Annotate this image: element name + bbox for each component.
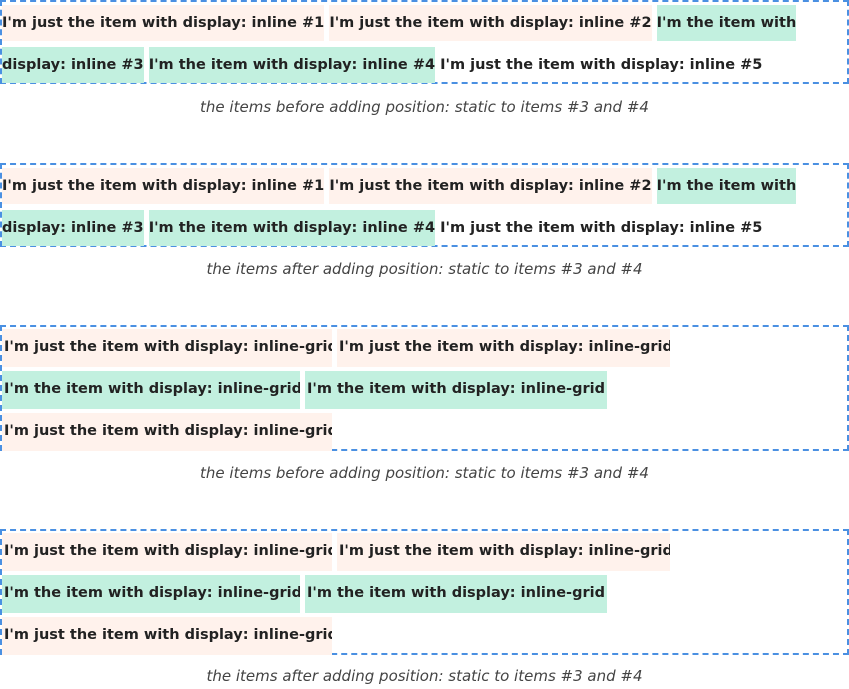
inline-grid-item-5: I'm just the item with display: inline-g…	[2, 617, 332, 655]
inline-grid-item-4: I'm the item with display: inline-grid #…	[305, 575, 607, 613]
inline-grid-item-2: I'm just the item with display: inline-g…	[337, 533, 670, 571]
inline-item-2: I'm just the item with display: inline #…	[329, 168, 652, 204]
inline-item-5: I'm just the item with display: inline #…	[440, 220, 763, 236]
inline-grid-item-2: I'm just the item with display: inline-g…	[337, 329, 670, 367]
inline-item-1: I'm just the item with display: inline #…	[2, 5, 325, 41]
inline-grid-demo-after: I'm just the item with display: inline-g…	[0, 529, 849, 655]
inline-grid-item-5: I'm just the item with display: inline-g…	[2, 413, 332, 451]
inline-demo-before: I'm just the item with display: inline #…	[0, 0, 849, 84]
inline-item-4: I'm the item with display: inline #4	[148, 210, 436, 246]
inline-item-4: I'm the item with display: inline #4	[148, 47, 436, 83]
caption-inline-grid-before: the items before adding position: static…	[200, 464, 649, 482]
inline-demo-after: I'm just the item with display: inline #…	[0, 163, 849, 247]
inline-item-2: I'm just the item with display: inline #…	[329, 5, 652, 41]
inline-grid-demo-before: I'm just the item with display: inline-g…	[0, 325, 849, 451]
inline-item-1: I'm just the item with display: inline #…	[2, 168, 325, 204]
caption-inline-before: the items before adding position: static…	[200, 98, 649, 116]
inline-grid-item-1: I'm just the item with display: inline-g…	[2, 533, 332, 571]
inline-grid-item-4: I'm the item with display: inline-grid #…	[305, 371, 607, 409]
inline-grid-item-1: I'm just the item with display: inline-g…	[2, 329, 332, 367]
inline-item-5: I'm just the item with display: inline #…	[440, 57, 763, 73]
inline-grid-item-3: I'm the item with display: inline-grid #…	[2, 371, 300, 409]
caption-inline-grid-after: the items after adding position: static …	[206, 667, 643, 685]
caption-inline-after: the items after adding position: static …	[206, 260, 643, 278]
inline-grid-item-3: I'm the item with display: inline-grid #…	[2, 575, 300, 613]
